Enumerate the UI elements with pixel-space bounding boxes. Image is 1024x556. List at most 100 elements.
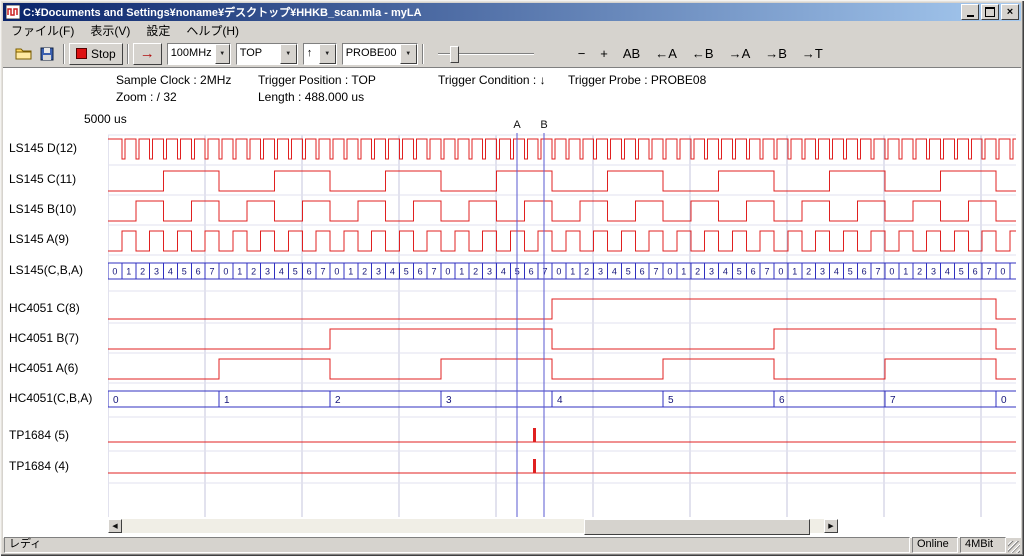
svg-text:4: 4 (945, 267, 950, 277)
waveform-plot[interactable]: 0123456701234567012345670123456701234567… (108, 111, 1016, 517)
channel-label-hc4051-c[interactable]: HC4051 C(8) (9, 300, 108, 316)
client-area: Sample Clock : 2MHz Trigger Position : T… (3, 68, 1021, 538)
trigger-edge-dropdown-button[interactable]: ▼ (319, 44, 336, 64)
goto-b-right-button[interactable]: →B (759, 43, 793, 64)
stop-label: Stop (91, 47, 116, 61)
svg-text:5: 5 (848, 267, 853, 277)
info-zoom: Zoom : / 32 (116, 90, 177, 104)
maximize-button[interactable] (981, 4, 999, 20)
channel-wave-7 (108, 359, 1016, 379)
svg-text:A: A (513, 119, 521, 131)
channel-label-ls145-d[interactable]: LS145 D(12) (9, 140, 108, 156)
nav-button-group: − + AB ←A ←B →A →B →T (572, 43, 829, 64)
svg-text:2: 2 (806, 267, 811, 277)
svg-text:5: 5 (959, 267, 964, 277)
svg-text:6: 6 (529, 267, 534, 277)
zoom-in-button[interactable]: + (594, 43, 614, 64)
channel-wave-4: 0123456701234567012345670123456701234567… (108, 263, 1016, 279)
svg-text:4: 4 (723, 267, 728, 277)
channel-label-ls145-b[interactable]: LS145 B(10) (9, 201, 108, 217)
svg-text:6: 6 (196, 267, 201, 277)
save-button[interactable] (35, 43, 59, 65)
svg-text:7: 7 (321, 267, 326, 277)
svg-text:4: 4 (501, 267, 506, 277)
chevron-down-icon: ▼ (405, 51, 411, 57)
svg-text:0: 0 (445, 267, 450, 277)
trigger-position-dropdown-button[interactable]: ▼ (280, 44, 297, 64)
svg-text:7: 7 (987, 267, 992, 277)
svg-text:3: 3 (931, 267, 936, 277)
svg-text:1: 1 (903, 267, 908, 277)
horizontal-scrollbar[interactable]: ◀ ▶ (108, 519, 838, 533)
trigger-edge-select[interactable]: ↑ ▼ (303, 43, 337, 65)
stop-icon (76, 48, 87, 59)
goto-b-left-button[interactable]: ←B (686, 43, 720, 64)
svg-text:2: 2 (335, 395, 341, 406)
menu-file[interactable]: ファイル(F) (3, 20, 82, 41)
svg-text:1: 1 (126, 267, 131, 277)
close-button[interactable]: × (1001, 4, 1019, 20)
channel-label-tp1684-4[interactable]: TP1684 (4) (9, 458, 108, 474)
channel-label-tp1684-5[interactable]: TP1684 (5) (9, 427, 108, 443)
scrollbar-thumb[interactable] (584, 519, 810, 535)
run-button[interactable]: → (133, 43, 162, 65)
svg-text:0: 0 (667, 267, 672, 277)
svg-text:0: 0 (1001, 395, 1007, 406)
status-memory: 4MBit (960, 537, 1006, 553)
titlebar[interactable]: C:¥Documents and Settings¥noname¥デスクトップ¥… (3, 3, 1021, 21)
stop-button[interactable]: Stop (69, 43, 123, 65)
channel-label-hc4051-bus[interactable]: HC4051(C,B,A) (9, 390, 108, 406)
svg-text:6: 6 (751, 267, 756, 277)
svg-text:1: 1 (681, 267, 686, 277)
status-online: Online (912, 537, 958, 553)
svg-text:0: 0 (778, 267, 783, 277)
zoom-out-button[interactable]: − (572, 43, 592, 64)
menu-settings[interactable]: 設定 (138, 20, 178, 41)
probe-dropdown-button[interactable]: ▼ (400, 44, 417, 64)
sample-rate-select[interactable]: 100MHz ▼ (167, 43, 231, 65)
channel-label-ls145-bus[interactable]: LS145(C,B,A) (9, 262, 108, 278)
zoom-slider-thumb[interactable] (450, 46, 459, 63)
resize-grip[interactable] (1008, 541, 1020, 553)
svg-text:5: 5 (668, 395, 674, 406)
menubar: ファイル(F) 表示(V) 設定 ヘルプ(H) (3, 21, 1021, 40)
svg-text:1: 1 (570, 267, 575, 277)
toolbar: Stop → 100MHz ▼ TOP ▼ ↑ ▼ PROBE00 ▼ − + (3, 40, 1021, 68)
svg-text:3: 3 (487, 267, 492, 277)
svg-text:1: 1 (224, 395, 230, 406)
menu-help[interactable]: ヘルプ(H) (178, 20, 247, 41)
run-arrow-icon: → (140, 46, 155, 61)
zoom-slider[interactable] (438, 44, 534, 64)
chevron-down-icon: ▼ (219, 51, 225, 57)
minimize-button[interactable] (961, 4, 979, 20)
channel-wave-9 (108, 428, 1016, 442)
menu-view[interactable]: 表示(V) (82, 20, 138, 41)
goto-a-right-button[interactable]: →A (723, 43, 757, 64)
svg-text:6: 6 (862, 267, 867, 277)
scroll-right-button[interactable]: ▶ (824, 519, 838, 533)
window-title: C:¥Documents and Settings¥noname¥デスクトップ¥… (23, 4, 957, 20)
scroll-left-button[interactable]: ◀ (108, 519, 122, 533)
svg-text:6: 6 (640, 267, 645, 277)
channel-wave-1 (108, 171, 1016, 191)
probe-select[interactable]: PROBE00 ▼ (342, 43, 418, 65)
goto-a-left-button[interactable]: ←A (649, 43, 683, 64)
channel-label-hc4051-b[interactable]: HC4051 B(7) (9, 330, 108, 346)
channel-label-ls145-c[interactable]: LS145 C(11) (9, 171, 108, 187)
goto-trigger-button[interactable]: →T (796, 43, 829, 64)
svg-text:4: 4 (390, 267, 395, 277)
channel-label-ls145-a[interactable]: LS145 A(9) (9, 231, 108, 247)
svg-text:1: 1 (792, 267, 797, 277)
channel-wave-2 (108, 201, 1016, 221)
open-button[interactable] (11, 43, 35, 65)
svg-text:6: 6 (779, 395, 785, 406)
svg-text:4: 4 (168, 267, 173, 277)
range-ab-button[interactable]: AB (617, 43, 646, 64)
svg-text:2: 2 (473, 267, 478, 277)
channel-label-hc4051-a[interactable]: HC4051 A(6) (9, 360, 108, 376)
trigger-position-select[interactable]: TOP ▼ (236, 43, 298, 65)
svg-text:7: 7 (765, 267, 770, 277)
status-ready: レディ (4, 537, 910, 553)
sample-rate-dropdown-button[interactable]: ▼ (215, 44, 230, 64)
svg-text:0: 0 (334, 267, 339, 277)
